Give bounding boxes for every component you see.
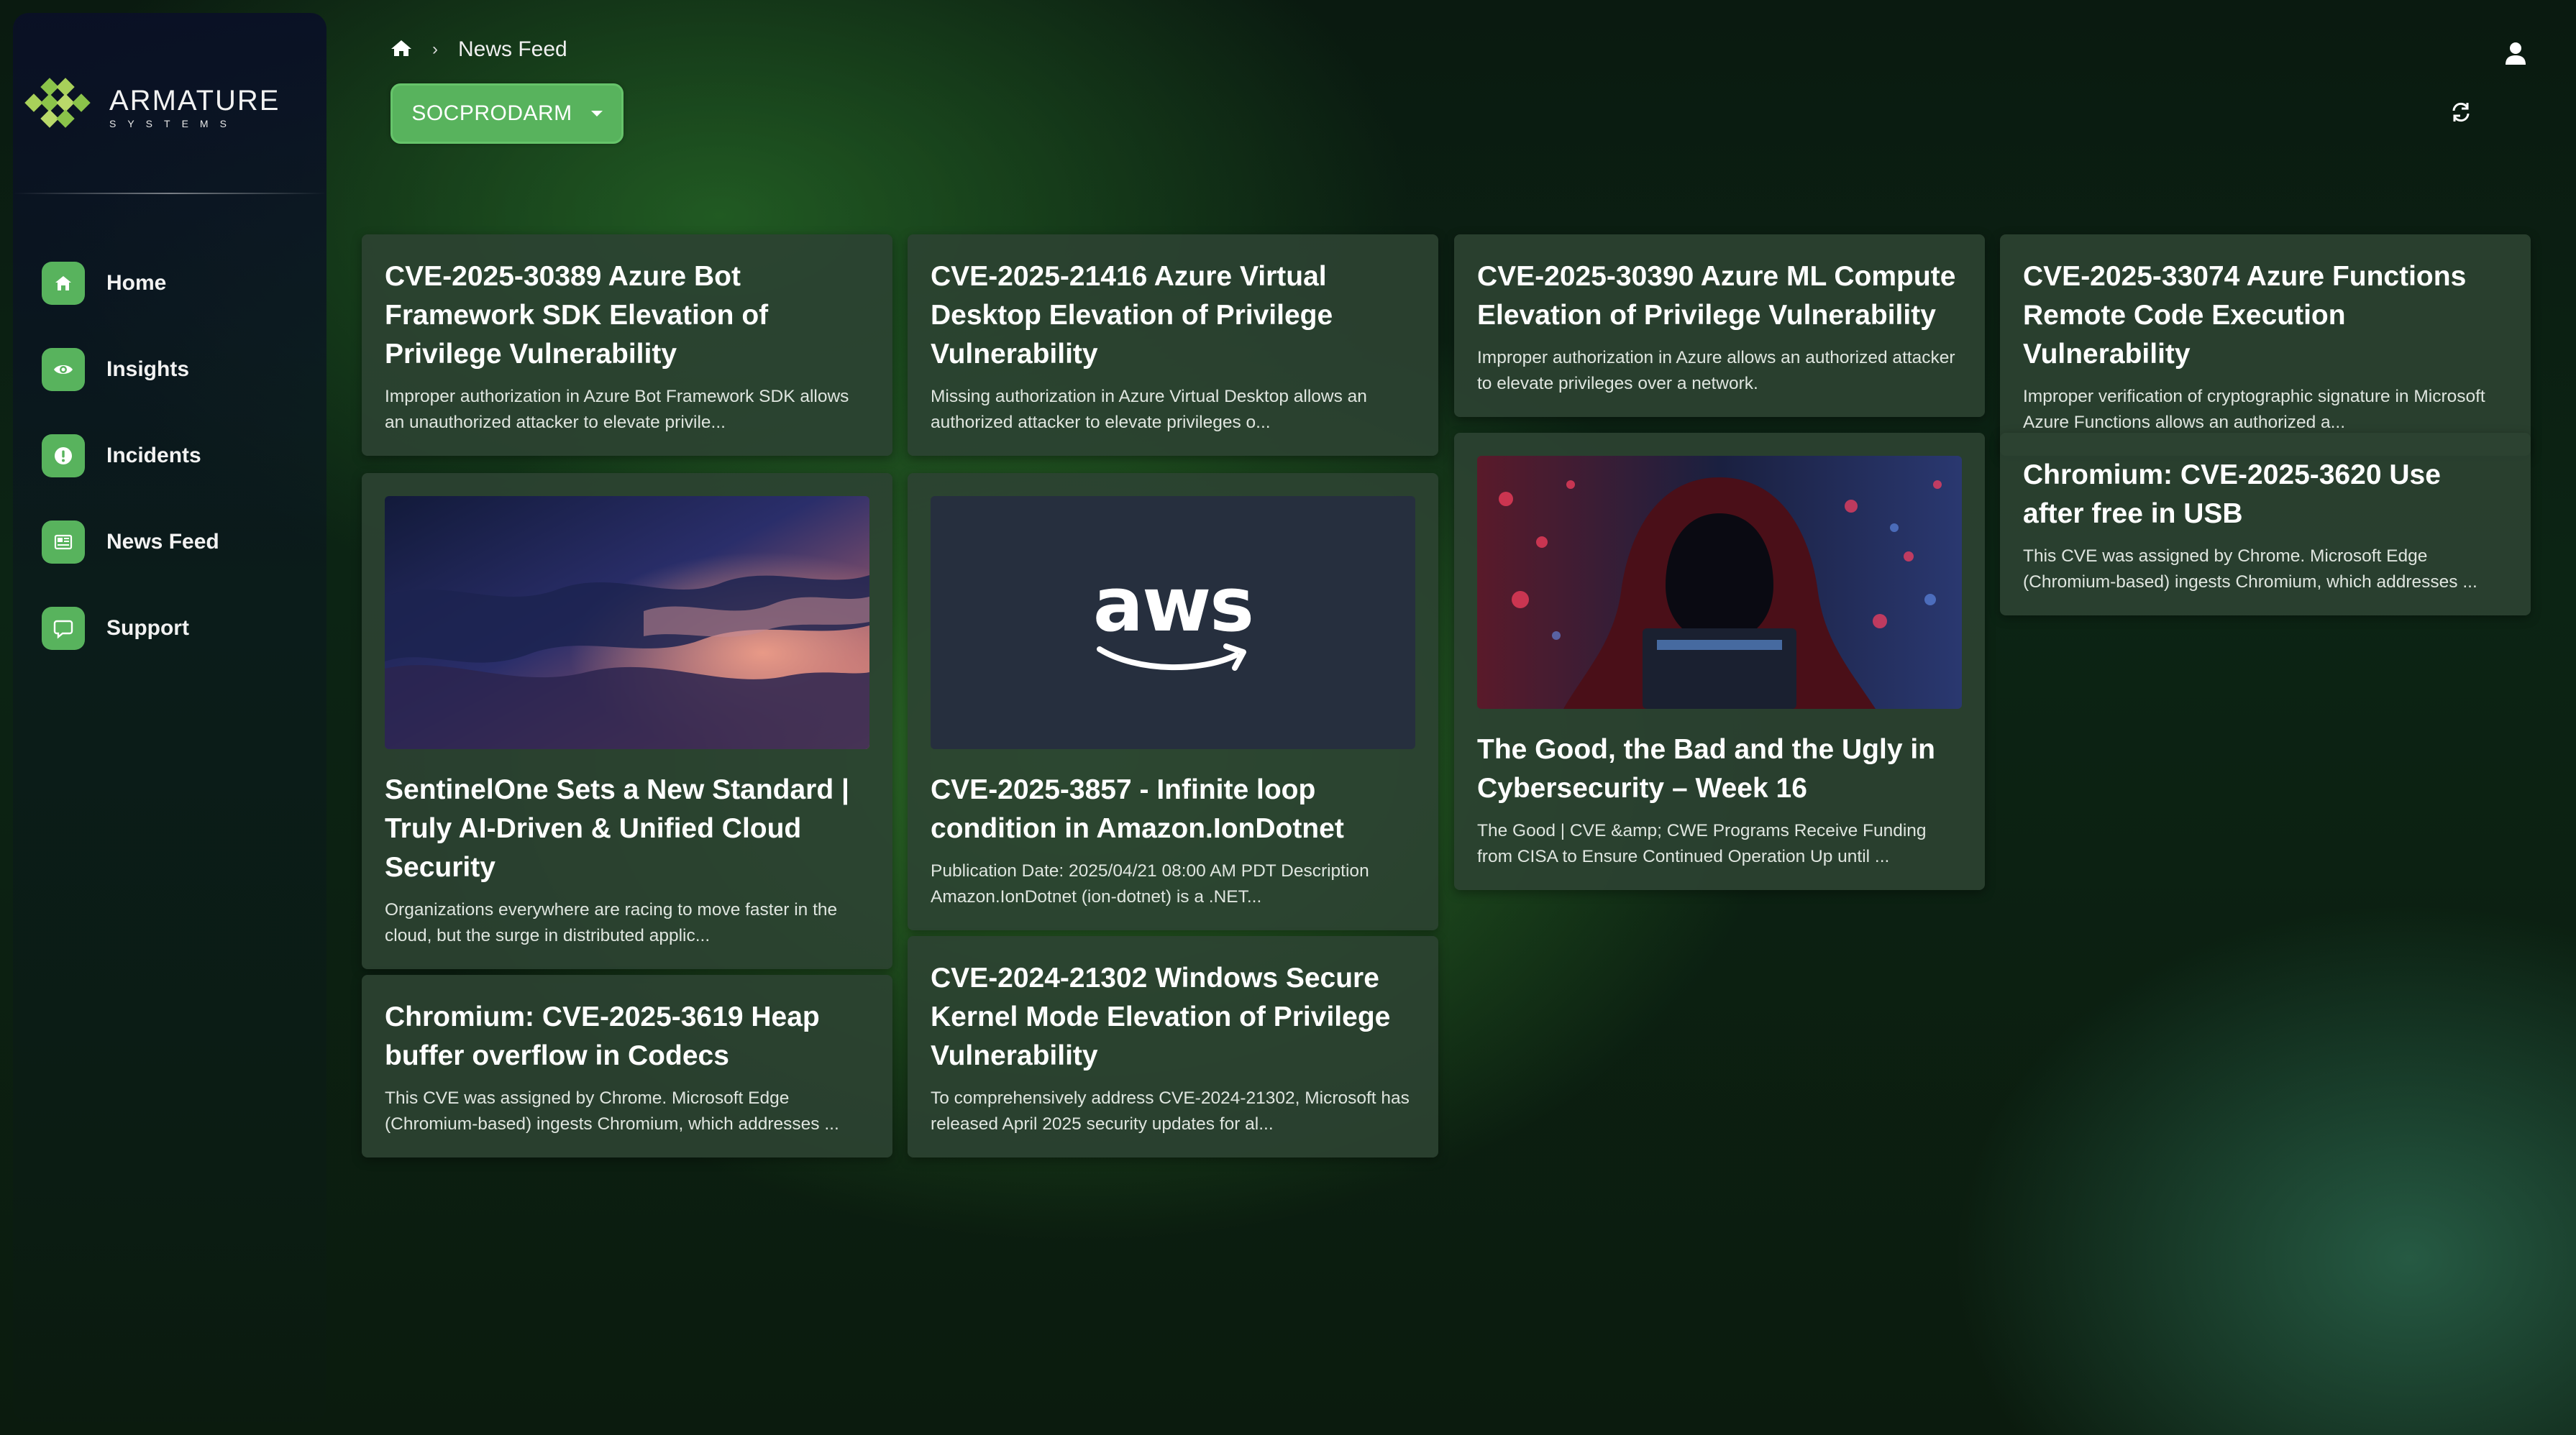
card-title[interactable]: Chromium: CVE-2025-3620 Use after free i… — [2023, 456, 2508, 533]
sidebar-item-home[interactable]: Home — [42, 257, 219, 309]
news-card[interactable]: CVE-2025-30390 Azure ML Compute Elevatio… — [1454, 234, 1985, 417]
card-title[interactable]: SentinelOne Sets a New Standard | Truly … — [385, 771, 869, 887]
card-description: This CVE was assigned by Chrome. Microso… — [385, 1088, 839, 1134]
card-title[interactable]: CVE-2025-21416 Azure Virtual Desktop Ele… — [931, 257, 1415, 374]
card-description: To comprehensively address CVE-2024-2130… — [931, 1088, 1410, 1134]
card-description: Improper verification of cryptographic s… — [2023, 387, 2485, 432]
tenant-selector[interactable]: SOCPRODARM — [390, 83, 624, 144]
card-description: The Good | CVE &amp; CWE Programs Receiv… — [1477, 821, 1927, 866]
sidebar-divider — [13, 193, 326, 194]
sidebar-item-support[interactable]: Support — [42, 602, 219, 654]
card-title[interactable]: CVE-2025-30389 Azure Bot Framework SDK E… — [385, 257, 869, 374]
aws-smile-icon — [1096, 643, 1246, 671]
user-icon[interactable] — [2501, 40, 2530, 66]
aws-logo-image: aws — [931, 496, 1415, 749]
card-title[interactable]: CVE-2025-33074 Azure Functions Remote Co… — [2023, 257, 2508, 374]
news-card[interactable]: CVE-2025-21416 Azure Virtual Desktop Ele… — [908, 234, 1438, 456]
card-description: Improper authorization in Azure allows a… — [1477, 348, 1955, 393]
news-card[interactable]: CVE-2025-33074 Azure Functions Remote Co… — [2000, 234, 2531, 456]
news-card[interactable]: CVE-2024-21302 Windows Secure Kernel Mod… — [908, 936, 1438, 1157]
refresh-icon[interactable] — [2448, 99, 2474, 125]
chevron-down-icon — [590, 111, 603, 116]
aws-logo-text: aws — [1092, 561, 1254, 648]
home-icon — [42, 262, 85, 305]
sidebar-item-news-feed[interactable]: News Feed — [42, 516, 219, 568]
home-icon[interactable] — [390, 39, 412, 61]
sidebar-item-incidents[interactable]: Incidents — [42, 430, 219, 482]
news-card[interactable]: Chromium: CVE-2025-3620 Use after free i… — [2000, 433, 2531, 615]
card-description: Improper authorization in Azure Bot Fram… — [385, 387, 849, 432]
sidebar-item-label: Incidents — [106, 444, 201, 467]
brand-logo[interactable]: ARMATURE SYSTEMS — [22, 75, 324, 139]
newspaper-icon — [42, 521, 85, 564]
breadcrumb-separator: › — [432, 40, 438, 59]
card-description: Missing authorization in Azure Virtual D… — [931, 387, 1367, 432]
card-title[interactable]: CVE-2025-3857 - Infinite loop condition … — [931, 771, 1415, 848]
news-card[interactable]: SentinelOne Sets a New Standard | Truly … — [362, 473, 892, 969]
card-title[interactable]: CVE-2024-21302 Windows Secure Kernel Mod… — [931, 959, 1415, 1076]
hooded-hacker-image — [1477, 456, 1962, 709]
brand-name: ARMATURE — [109, 85, 280, 116]
news-card[interactable]: Chromium: CVE-2025-3619 Heap buffer over… — [362, 975, 892, 1157]
breadcrumb-current: News Feed — [458, 37, 567, 61]
alert-icon — [42, 434, 85, 477]
cloud-sunset-image — [385, 496, 869, 749]
card-description: This CVE was assigned by Chrome. Microso… — [2023, 546, 2477, 592]
eye-icon — [42, 348, 85, 391]
sidebar-item-insights[interactable]: Insights — [42, 344, 219, 395]
card-title[interactable]: The Good, the Bad and the Ugly in Cybers… — [1477, 730, 1962, 808]
chat-icon — [42, 607, 85, 650]
sidebar-nav: Home Insights Incidents News Feed Suppor… — [42, 257, 219, 689]
breadcrumb: › News Feed — [390, 37, 567, 62]
sidebar-item-label: News Feed — [106, 530, 219, 554]
sidebar-item-label: Support — [106, 616, 189, 640]
news-card[interactable]: aws CVE-2025-3857 - Infinite loop condit… — [908, 473, 1438, 930]
sidebar: ARMATURE SYSTEMS Home Insights Incidents — [13, 13, 326, 1422]
card-description: Organizations everywhere are racing to m… — [385, 900, 838, 945]
card-description: Publication Date: 2025/04/21 08:00 AM PD… — [931, 861, 1369, 907]
card-title[interactable]: Chromium: CVE-2025-3619 Heap buffer over… — [385, 998, 869, 1076]
logo-diamonds-icon — [24, 78, 91, 128]
tenant-selector-label: SOCPRODARM — [411, 101, 572, 125]
card-title[interactable]: CVE-2025-30390 Azure ML Compute Elevatio… — [1477, 257, 1962, 335]
news-card[interactable]: CVE-2025-30389 Azure Bot Framework SDK E… — [362, 234, 892, 456]
sidebar-item-label: Home — [106, 271, 167, 295]
news-card[interactable]: The Good, the Bad and the Ugly in Cybers… — [1454, 433, 1985, 890]
sidebar-item-label: Insights — [106, 357, 190, 381]
brand-subtitle: SYSTEMS — [109, 118, 238, 129]
